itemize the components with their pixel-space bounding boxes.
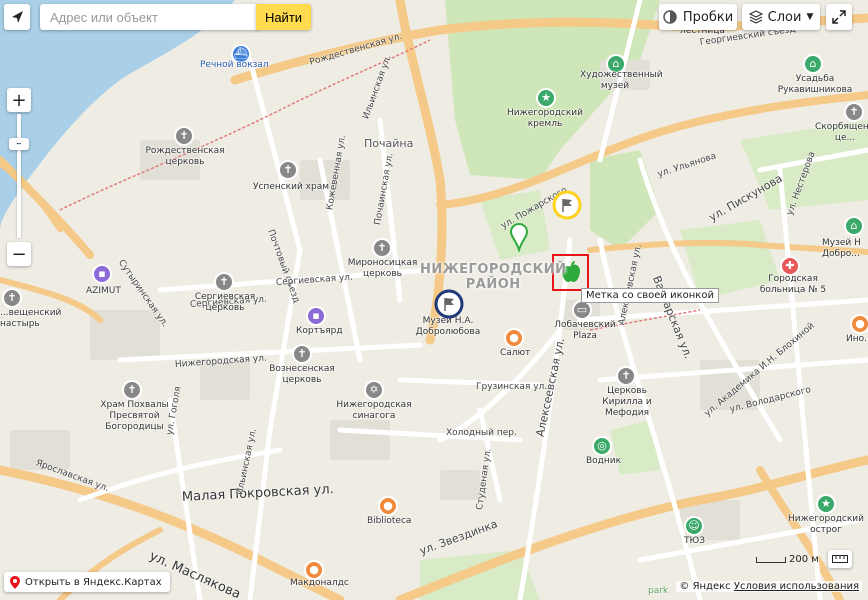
place-label: Городская больница № 5 [759, 274, 827, 295]
hotel-icon[interactable]: ▪ [94, 266, 110, 282]
copyright-brand: © Яндекс [679, 581, 731, 592]
place-label: Усадьба Рукавишникова [777, 74, 853, 95]
hospital-icon[interactable]: ✚ [782, 258, 798, 274]
expand-icon [832, 10, 846, 24]
open-in-yandex-maps-link[interactable]: Открыть в Яндекс.Картах [4, 572, 170, 592]
church-icon[interactable]: ✝ [124, 382, 140, 398]
layers-label: Слои [767, 9, 802, 25]
zoom-slider-handle[interactable]: ┅ [9, 138, 29, 150]
church-icon[interactable]: ✝ [4, 290, 20, 306]
chevron-down-icon: ▼ [806, 12, 814, 22]
place-label: Вознесенская церковь [269, 364, 335, 385]
place-label: Нижегородский кремль [506, 108, 584, 129]
terms-link[interactable]: Условия использования [734, 581, 859, 592]
marker-tooltip: Метка со своей иконкой [581, 288, 719, 303]
traffic-light-icon [663, 10, 677, 24]
scale-bar [756, 556, 786, 563]
search-input[interactable] [40, 4, 258, 30]
church-icon[interactable]: ✝ [846, 104, 862, 120]
place-label: ТЮЗ [684, 536, 705, 546]
hotel-icon[interactable]: ▪ [308, 308, 324, 324]
church-icon[interactable]: ✝ [294, 346, 310, 362]
poi-icon[interactable]: ● [852, 316, 868, 332]
place-label: Музей Н.А. Добролюбова [415, 316, 481, 337]
traffic-label: Пробки [682, 9, 734, 25]
place-label: Церковь Кирилла и Мефодия [602, 386, 652, 418]
open-in-maps-label: Открыть в Яндекс.Картах [25, 576, 162, 588]
place-label: Музей Н Добро... [822, 238, 861, 259]
layers-button[interactable]: Слои ▼ [742, 4, 820, 30]
arrow-locate-icon [12, 11, 23, 23]
park-label: park [648, 586, 669, 596]
metro-label: Почайна [364, 137, 414, 150]
place-label: Кортъярд [296, 326, 343, 336]
place-label: Лобачевский Plaza [554, 320, 616, 341]
place-label: Нижегородский острог [787, 514, 865, 535]
place-label: Biblioteca [367, 516, 412, 526]
place-label: ...вещенский настырь [0, 308, 62, 329]
place-label: Мироносицкая церковь [347, 258, 418, 279]
copyright: © Яндекс Условия использования [676, 581, 862, 592]
museum-icon[interactable]: ⌂ [805, 56, 821, 72]
scale-indicator: 200 м [756, 554, 819, 565]
zoom-slider-track[interactable] [17, 114, 21, 238]
yellow-flag-marker[interactable] [552, 190, 582, 220]
search-button[interactable]: Найти [256, 4, 311, 30]
shopping-icon[interactable]: ▭ [574, 302, 590, 318]
ruler-button[interactable] [828, 550, 852, 568]
place-label: Салют [500, 348, 531, 358]
place-label: Рождественская церковь [145, 146, 225, 167]
place-label: Храм Похвалы Пресвятой Богородицы [100, 400, 169, 432]
church-icon[interactable]: ✝ [280, 162, 296, 178]
sports-icon[interactable]: ◎ [594, 438, 610, 454]
street-label: Грузинская ул. [476, 382, 548, 392]
restaurant-icon[interactable]: ● [380, 498, 396, 514]
district-line1: НИЖЕГОРОДСКИЙ [420, 262, 567, 277]
place-label: Сергиевская церковь [194, 292, 256, 313]
place-label: Водник [586, 456, 622, 466]
star-icon[interactable]: ★ [818, 496, 834, 512]
map-canvas[interactable]: НИЖЕГОРОДСКИЙ РАЙОН Рождественская ул. Г… [0, 0, 868, 600]
place-label: Художественный музей [580, 70, 663, 91]
place-label: Скорбященская це... [815, 122, 868, 143]
church-icon[interactable]: ✝ [176, 128, 192, 144]
church-icon[interactable]: ✝ [216, 274, 232, 290]
star-icon[interactable]: ★ [538, 90, 554, 106]
street-label: Холодный пер. [446, 428, 517, 438]
place-label: AZIMUT [86, 286, 121, 296]
restaurant-icon[interactable]: ● [306, 562, 322, 578]
church-icon[interactable]: ✝ [618, 368, 634, 384]
park-area [590, 150, 660, 250]
zoom-out-button[interactable]: − [7, 242, 31, 266]
place-label: Ино... [846, 334, 868, 344]
navy-flag-marker[interactable] [434, 289, 464, 319]
ruler-icon [832, 555, 848, 563]
locate-button[interactable] [4, 4, 30, 30]
zoom-in-button[interactable]: + [7, 88, 31, 112]
place-label: Макдоналдс [290, 578, 349, 588]
restaurant-icon[interactable]: ● [506, 330, 522, 346]
green-pin-marker[interactable] [508, 222, 530, 252]
church-icon[interactable]: ✝ [374, 240, 390, 256]
museum-icon[interactable]: ⌂ [846, 218, 862, 234]
district-label: НИЖЕГОРОДСКИЙ РАЙОН [420, 262, 566, 292]
theatre-icon[interactable]: ☺ [686, 518, 702, 534]
map-pin-icon [10, 575, 20, 589]
place-label: Успенский храм [253, 182, 330, 192]
layers-icon [748, 10, 763, 24]
fullscreen-button[interactable] [826, 4, 852, 30]
star-of-david-icon[interactable]: ✡ [366, 382, 382, 398]
place-label: Речной вокзал [200, 60, 269, 70]
traffic-button[interactable]: Пробки [659, 4, 737, 30]
place-label: Нижегородская синагога [336, 400, 412, 421]
scale-label: 200 м [789, 554, 819, 565]
